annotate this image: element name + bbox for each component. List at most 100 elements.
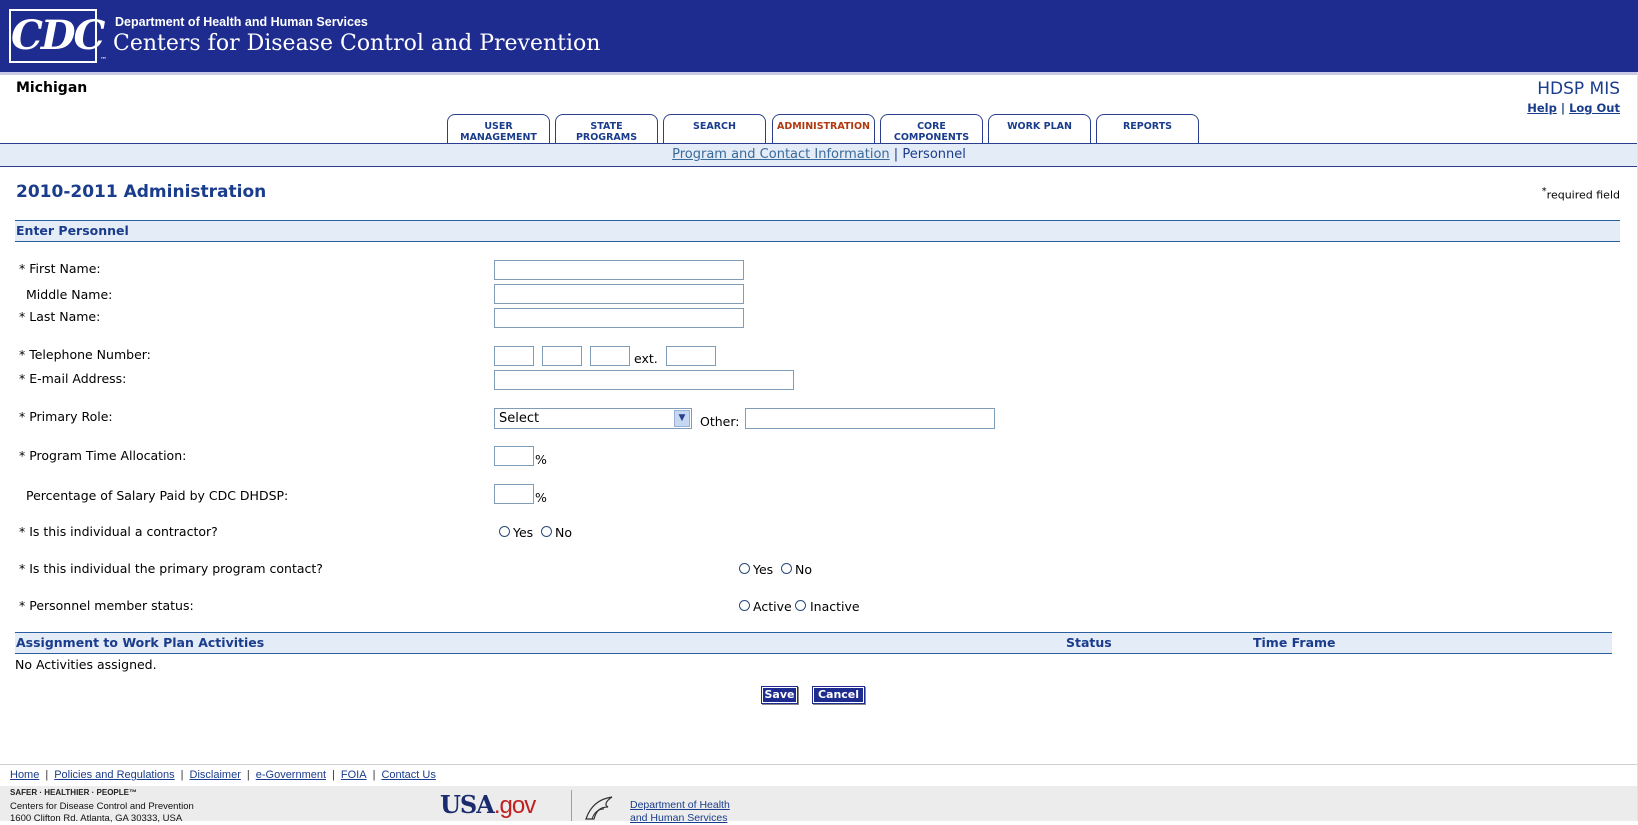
top-links: Help | Log Out <box>1527 101 1620 115</box>
tab-label: COMPONENTS <box>893 132 970 143</box>
logout-link[interactable]: Log Out <box>1569 101 1620 115</box>
page-title: 2010-2011 Administration <box>16 182 267 202</box>
first-name-input[interactable] <box>494 260 744 280</box>
footer-divider <box>0 764 1638 765</box>
help-link[interactable]: Help <box>1527 101 1557 115</box>
sub-navigation: Program and Contact Information | Person… <box>0 144 1638 167</box>
tab-core-components[interactable]: CORE COMPONENTS <box>880 114 983 144</box>
footer-info-box <box>0 786 1638 821</box>
subnav-separator: | <box>893 147 899 162</box>
status-column-header: Status <box>1066 635 1112 650</box>
primary-contact-no-radio[interactable] <box>781 563 792 574</box>
status-question: * Personnel member status: <box>19 598 194 613</box>
phone-prefix-input[interactable] <box>542 346 582 366</box>
email-label: * E-mail Address: <box>19 371 127 386</box>
contractor-yes-radio[interactable] <box>499 526 510 537</box>
contractor-no-label: No <box>555 525 572 540</box>
assignments-header: Assignment to Work Plan Activities Statu… <box>15 632 1612 654</box>
status-active-label: Active <box>753 599 792 614</box>
first-name-label: * First Name: <box>19 261 101 276</box>
ext-label: ext. <box>634 351 658 366</box>
hhs-link: Department of Health and Human Services <box>630 799 730 825</box>
middle-name-label: Middle Name: <box>26 287 113 302</box>
contractor-yes-label: Yes <box>513 525 534 540</box>
tab-administration[interactable]: ADMINISTRATION <box>772 114 875 144</box>
required-text: required field <box>1546 188 1620 202</box>
contractor-no-radio[interactable] <box>541 526 552 537</box>
other-label: Other: <box>700 414 740 429</box>
tab-label: REPORTS <box>1122 121 1173 132</box>
footer-sep: | <box>180 769 184 781</box>
tab-label: WORK PLAN <box>1007 121 1072 132</box>
footer-home-link[interactable]: Home <box>10 769 39 781</box>
primary-role-select[interactable]: Select ▼ <box>494 408 692 429</box>
hhs-link-line1[interactable]: Department of Health <box>630 799 730 811</box>
footer-policies-link[interactable]: Policies and Regulations <box>54 769 174 781</box>
no-activities-text: No Activities assigned. <box>15 657 157 672</box>
status-inactive-radio[interactable] <box>795 600 806 611</box>
cancel-button[interactable]: Cancel <box>812 686 865 704</box>
subnav-program-contact-info[interactable]: Program and Contact Information <box>672 147 890 162</box>
cdc-logo[interactable]: CDC <box>9 9 105 63</box>
tab-label: STATE <box>590 121 623 132</box>
footer-egov-link[interactable]: e-Government <box>256 769 326 781</box>
footer-address-line1: Centers for Disease Control and Preventi… <box>10 801 194 812</box>
phone-line-input[interactable] <box>590 346 630 366</box>
other-role-input[interactable] <box>745 408 995 429</box>
primary-contact-yes-label: Yes <box>753 562 774 577</box>
hhs-link-line2[interactable]: and Human Services <box>630 812 727 824</box>
primary-role-label: * Primary Role: <box>19 409 113 424</box>
footer-contact-link[interactable]: Contact Us <box>381 769 435 781</box>
status-inactive-label: Inactive <box>810 599 860 614</box>
tab-reports[interactable]: REPORTS <box>1096 114 1199 144</box>
time-allocation-input[interactable] <box>494 446 534 466</box>
footer-links: Home | Policies and Regulations | Disclaimer… <box>10 769 436 781</box>
footer-disclaimer-link[interactable]: Disclaimer <box>190 769 241 781</box>
agency-name: Centers for Disease Control and Preventi… <box>113 31 601 56</box>
footer-sep: | <box>332 769 335 781</box>
subnav-personnel: Personnel <box>902 147 966 162</box>
hhs-eagle-icon[interactable] <box>582 793 618 821</box>
tab-label: PROGRAMS <box>575 132 638 143</box>
middle-name-input[interactable] <box>494 284 744 304</box>
salary-percent-sign: % <box>535 490 547 505</box>
tab-work-plan[interactable]: WORK PLAN <box>988 114 1091 144</box>
email-input[interactable] <box>494 370 794 390</box>
chevron-down-icon[interactable]: ▼ <box>674 410 690 427</box>
status-active-radio[interactable] <box>739 600 750 611</box>
footer-sep: | <box>372 769 376 781</box>
tab-state-programs[interactable]: STATE PROGRAMS <box>555 114 658 144</box>
primary-contact-question: * Is this individual the primary program… <box>19 561 323 576</box>
tab-label: MANAGEMENT <box>460 132 537 143</box>
cdc-tagline: SAFER · HEALTHIER · PEOPLE™ <box>10 788 137 797</box>
state-name: Michigan <box>16 80 88 96</box>
phone-ext-input[interactable] <box>666 346 716 366</box>
last-name-input[interactable] <box>494 308 744 328</box>
footer-foia-link[interactable]: FOIA <box>341 769 367 781</box>
usagov-logo[interactable]: USA.gov <box>440 790 536 820</box>
tab-label: USER <box>484 121 513 132</box>
tab-user-management[interactable]: USER MANAGEMENT <box>447 114 550 144</box>
footer-sep: | <box>246 769 250 781</box>
usagov-text: USA <box>440 790 495 819</box>
salary-percentage-label: Percentage of Salary Paid by CDC DHDSP: <box>26 488 289 503</box>
telephone-label: * Telephone Number: <box>19 347 151 362</box>
primary-contact-yes-radio[interactable] <box>739 563 750 574</box>
salary-percentage-input[interactable] <box>494 484 534 504</box>
usagov-gov-text: .gov <box>493 792 536 819</box>
footer-vertical-divider <box>571 790 572 821</box>
phone-area-code-input[interactable] <box>494 346 534 366</box>
primary-role-selected: Select <box>499 411 540 426</box>
assignments-title: Assignment to Work Plan Activities <box>16 635 265 650</box>
tab-search[interactable]: SEARCH <box>663 114 766 144</box>
required-field-note: *required field <box>1542 186 1620 202</box>
top-links-sep: | <box>1560 101 1566 115</box>
tab-label: SEARCH <box>693 121 736 132</box>
time-allocation-label: * Program Time Allocation: <box>19 448 187 463</box>
timeframe-column-header: Time Frame <box>1253 635 1336 650</box>
department-name: Department of Health and Human Services <box>115 15 368 29</box>
app-name: HDSP MIS <box>1537 79 1620 99</box>
time-allocation-percent: % <box>535 452 547 467</box>
footer-address-line2: 1600 Clifton Rd. Atlanta, GA 30333, USA <box>10 813 183 824</box>
save-button[interactable]: Save <box>761 686 798 704</box>
